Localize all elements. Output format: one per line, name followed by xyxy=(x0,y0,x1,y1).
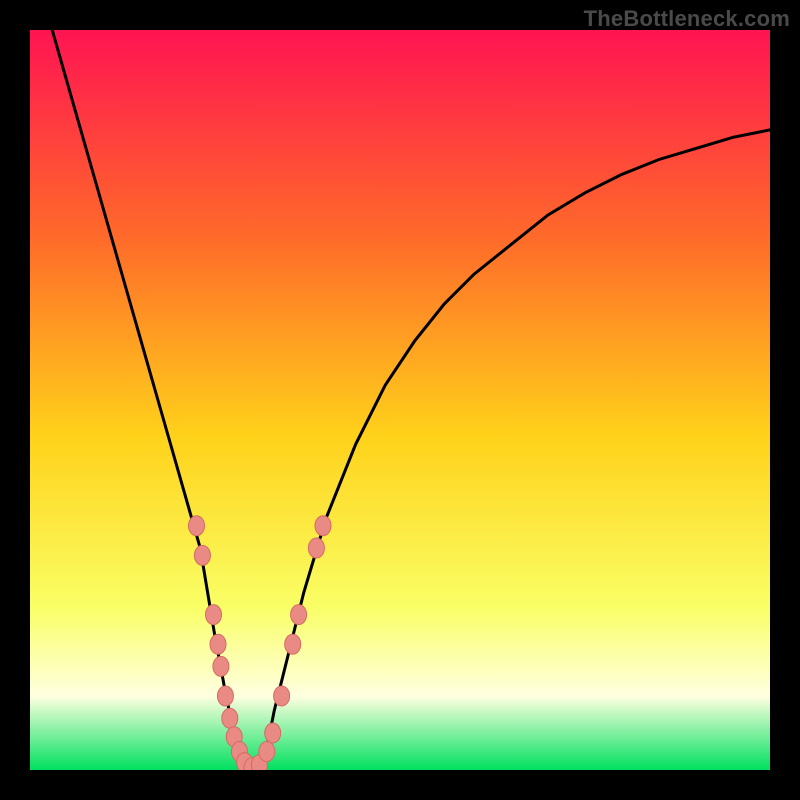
chart-frame: TheBottleneck.com xyxy=(0,0,800,800)
plot-area xyxy=(30,30,770,770)
curve-marker xyxy=(189,516,205,536)
curve-marker xyxy=(213,656,229,676)
curve-marker xyxy=(259,742,275,762)
curve-marker xyxy=(265,723,281,743)
bottleneck-chart xyxy=(30,30,770,770)
curve-marker xyxy=(217,686,233,706)
curve-marker xyxy=(210,634,226,654)
watermark-text: TheBottleneck.com xyxy=(584,6,790,32)
curve-marker xyxy=(291,605,307,625)
curve-marker xyxy=(206,605,222,625)
curve-marker xyxy=(274,686,290,706)
curve-marker xyxy=(194,545,210,565)
curve-marker xyxy=(308,538,324,558)
curve-marker xyxy=(315,516,331,536)
curve-marker xyxy=(222,708,238,728)
curve-marker xyxy=(285,634,301,654)
gradient-background xyxy=(30,30,770,770)
